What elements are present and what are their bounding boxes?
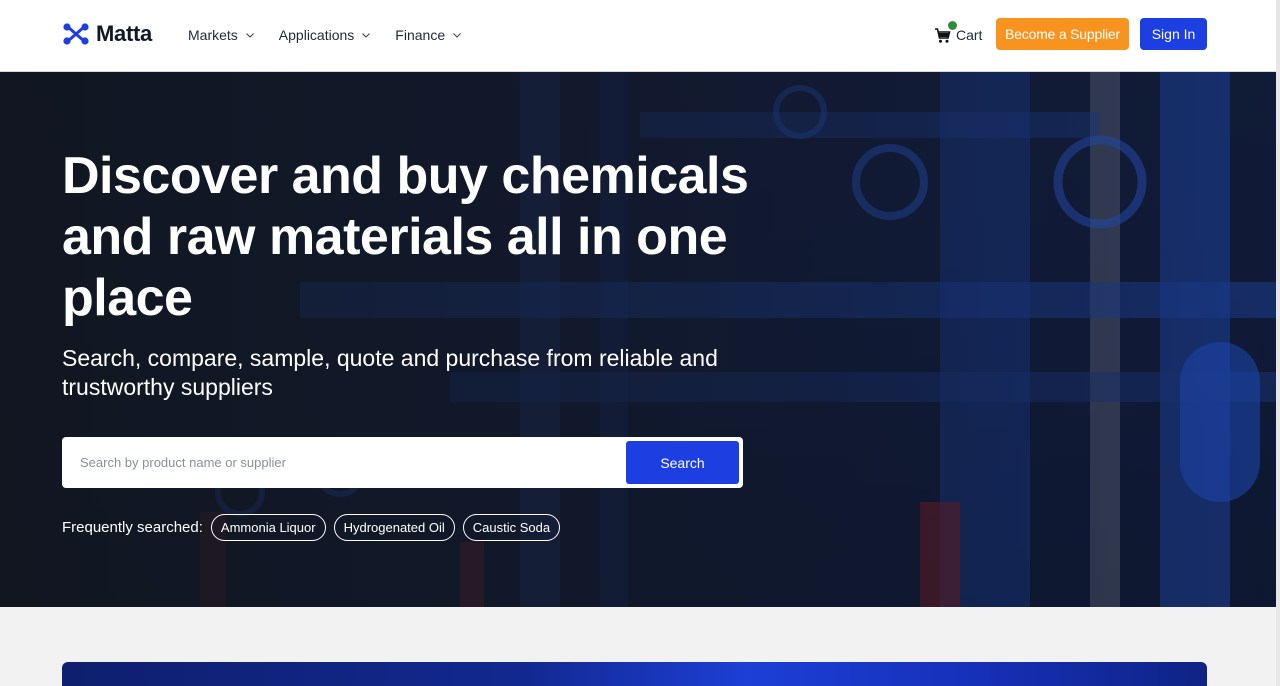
main-nav: Markets Applications Finance [188, 24, 462, 46]
frequently-searched-label: Frequently searched: [62, 519, 203, 536]
nav-finance-label: Finance [395, 27, 446, 43]
chevron-down-icon [362, 33, 371, 38]
chevron-down-icon [245, 33, 254, 38]
search-input[interactable] [62, 437, 622, 488]
logo[interactable]: Matta [62, 21, 152, 47]
sign-in-button[interactable]: Sign In [1140, 18, 1207, 50]
nav-markets-label: Markets [188, 27, 238, 43]
cart-label: Cart [956, 27, 983, 43]
hero-section: Discover and buy chemicals and raw mater… [0, 72, 1276, 607]
chevron-down-icon [453, 33, 461, 38]
hero-subtitle: Search, compare, sample, quote and purch… [62, 345, 718, 400]
molecule-logo-icon [63, 23, 89, 45]
site-header: Matta Markets Applications Finance Cart [0, 0, 1276, 72]
page-scrollbar[interactable] [1276, 0, 1280, 686]
search-button[interactable]: Search [626, 441, 739, 484]
nav-finance[interactable]: Finance [395, 24, 462, 46]
chip-ammonia-liquor[interactable]: Ammonia Liquor [210, 514, 326, 541]
chip-caustic-soda[interactable]: Caustic Soda [462, 514, 561, 541]
frequently-searched: Frequently searched: Ammonia Liquor Hydr… [62, 514, 561, 541]
cart-badge [948, 20, 957, 30]
become-supplier-button[interactable]: Become a Supplier [996, 18, 1129, 50]
nav-applications[interactable]: Applications [279, 24, 372, 46]
hero-title: Discover and buy chemicals and raw mater… [62, 147, 749, 327]
logo-text: Matta [96, 21, 152, 46]
chip-hydrogenated-oil[interactable]: Hydrogenated Oil [333, 514, 455, 541]
nav-applications-label: Applications [278, 27, 355, 43]
cart-link[interactable]: Cart [934, 20, 983, 46]
nav-markets[interactable]: Markets [188, 24, 255, 46]
promo-banner [62, 662, 1207, 686]
shopping-cart-icon [934, 20, 957, 44]
search-bar: Search [62, 437, 743, 488]
